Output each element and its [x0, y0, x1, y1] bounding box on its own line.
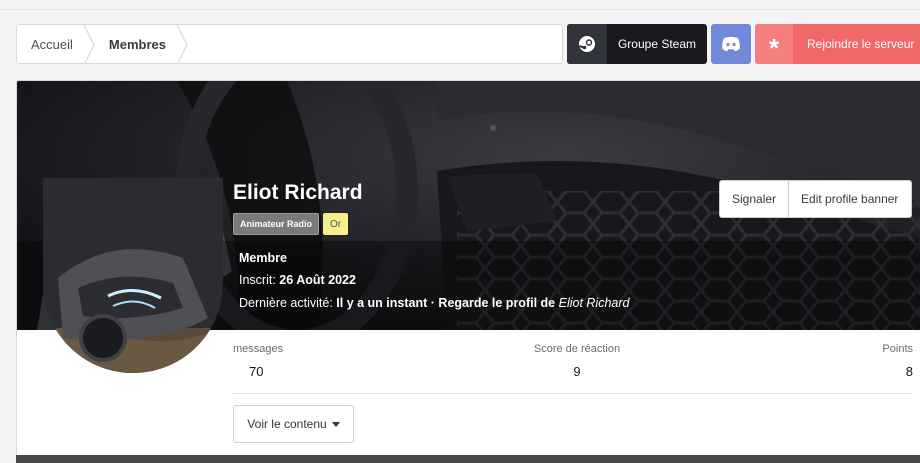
stat-points-value: 8 — [905, 364, 913, 379]
user-title-badge: Animateur Radio — [233, 213, 320, 235]
steam-group-button[interactable]: Groupe Steam — [567, 24, 707, 64]
breadcrumb-accueil-label: Accueil — [31, 36, 73, 52]
stat-messages-value: 70 — [249, 364, 264, 379]
profile-tabs-bar — [16, 455, 920, 463]
stat-points[interactable]: Points 8 — [882, 343, 913, 379]
asterisk-icon: * — [755, 24, 793, 64]
report-button[interactable]: Signaler — [720, 181, 788, 217]
stats-divider — [233, 393, 911, 394]
last-activity-label: Dernière activité: — [239, 296, 333, 310]
join-server-label: Rejoindre le serveur — [807, 37, 915, 51]
caret-down-icon — [331, 421, 340, 427]
joined-info: Inscrit: 26 Août 2022 — [239, 273, 356, 287]
activity-target-link[interactable]: Eliot Richard — [559, 296, 630, 310]
discord-button[interactable] — [711, 24, 751, 64]
breadcrumb-accueil[interactable]: Accueil — [17, 25, 95, 63]
profile-banner-actions: Signaler Edit profile banner — [719, 180, 912, 218]
breadcrumb-separator-icon — [83, 25, 95, 63]
stat-messages[interactable]: messages 70 — [233, 343, 283, 379]
member-stats: messages 70 Score de réaction 9 Points 8 — [233, 343, 913, 393]
member-avatar[interactable] — [43, 178, 223, 373]
view-content-label: Voir le contenu — [247, 417, 327, 431]
user-rank-badge: Or — [323, 213, 349, 235]
view-content-dropdown[interactable]: Voir le contenu — [233, 405, 354, 443]
stat-points-label: Points — [882, 343, 913, 355]
member-role: Membre — [239, 251, 287, 265]
stat-reaction-value: 9 — [573, 364, 581, 379]
avatar-car-image — [43, 178, 223, 373]
member-username: Eliot Richard — [233, 181, 363, 204]
member-profile-card: Eliot Richard Animateur Radio Or Signale… — [16, 80, 920, 460]
discord-icon — [722, 36, 740, 52]
breadcrumb: Accueil Membres — [16, 24, 563, 64]
breadcrumb-membres-label: Membres — [108, 36, 166, 52]
stat-messages-label: messages — [233, 343, 284, 355]
last-activity-time: Il y a un instant — [336, 296, 428, 310]
steam-icon — [567, 24, 607, 64]
breadcrumb-separator-icon — [176, 25, 188, 63]
joined-label: Inscrit: — [239, 273, 276, 287]
join-server-button[interactable]: * Rejoindre le serveur — [755, 24, 920, 64]
stat-reaction-label: Score de réaction — [533, 343, 621, 355]
last-activity-info: Dernière activité: Il y a un instant · R… — [239, 296, 629, 310]
steam-group-label: Groupe Steam — [617, 37, 697, 51]
activity-description: Regarde le profil de — [438, 296, 556, 310]
edit-profile-banner-button[interactable]: Edit profile banner — [788, 181, 910, 217]
stat-reaction-score[interactable]: Score de réaction 9 — [534, 343, 620, 379]
activity-separator: · — [430, 296, 435, 310]
breadcrumb-membres[interactable]: Membres — [95, 25, 188, 63]
top-navigation-edge — [0, 0, 920, 10]
joined-date: 26 Août 2022 — [279, 273, 356, 287]
